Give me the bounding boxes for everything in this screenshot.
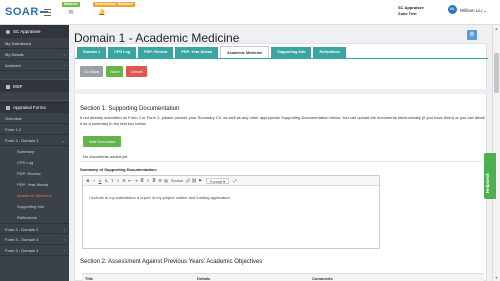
- tab-domain-1[interactable]: Domain 1: [77, 47, 107, 58]
- sidebar-item-form-1-2[interactable]: Form 1-2: [0, 124, 69, 135]
- section-2-title: Section 2: Assessment Against Previous Y…: [80, 259, 263, 265]
- tab-cpd-log[interactable]: CPD Log: [108, 47, 137, 58]
- sidebar-subitem-summary[interactable]: Summary: [0, 146, 69, 157]
- section-divider: [75, 89, 488, 94]
- sidebar-item-label: Archived: [5, 63, 21, 68]
- format-select-value: Format: [210, 179, 223, 184]
- sidebar-item-form3-domain1[interactable]: Form 3 - Domain 1 ⌄: [0, 135, 69, 146]
- sidebar-subitem-academic-medicine[interactable]: Academic Medicine: [0, 190, 69, 201]
- sidebar-section-label: Appraisal Forms: [13, 105, 46, 110]
- env-badge: Mindset: [62, 2, 80, 7]
- menu-toggle-icon[interactable]: [44, 9, 51, 18]
- column-header-details: Details: [197, 276, 211, 281]
- user-icon: [6, 29, 10, 34]
- chevron-down-icon: ⌄: [61, 138, 65, 143]
- sidebar-item-label: My Details: [5, 52, 24, 57]
- objectives-table-header: Title Details Comments: [82, 273, 484, 281]
- editor-toolbar: B I U S̶ Ꞁ ≡ ☰ ⇤ ⇥ ≣ ≡ ≣ ☰ ▤ Source 🔗 ⛓ …: [83, 176, 379, 186]
- summary-label: Summary of Supporting Documentation:: [80, 167, 158, 172]
- user-name: William Liu: [460, 8, 482, 13]
- scroll-down-icon[interactable]: ▼: [494, 275, 499, 280]
- sidebar-item-label: Overview: [5, 116, 22, 121]
- rich-text-editor[interactable]: B I U S̶ Ꞁ ≡ ☰ ⇤ ⇥ ≣ ≡ ≣ ☰ ▤ Source 🔗 ⛓ …: [82, 175, 380, 249]
- chevron-right-icon: ›: [63, 52, 65, 57]
- top-bar: SOAR ✉ 🔔 Mindset Submission: Disabled SC…: [0, 0, 500, 25]
- go-back-button[interactable]: Go Back: [80, 66, 104, 77]
- no-documents-text: No documents added yet: [83, 154, 128, 159]
- tab-underline: [75, 58, 488, 59]
- sidebar-header: SC Appraisee: [0, 25, 69, 38]
- sidebar-item-form3-domain3[interactable]: Form 3 - Domain 3 ›: [0, 234, 69, 245]
- bell-icon[interactable]: 🔔: [98, 10, 105, 16]
- format-select[interactable]: Format ▾: [206, 177, 230, 184]
- add-document-button[interactable]: Add Document: [83, 136, 122, 147]
- msf-icon: [6, 84, 10, 89]
- tab-pdp-review[interactable]: PDP: Review: [138, 47, 174, 58]
- tab-pdp-year-ahead[interactable]: PDP: Year Ahead: [175, 47, 218, 58]
- sidebar-item-label: Form 3 - Domain 3: [5, 237, 39, 242]
- sidebar-item-label: Form 3 - Domain 4: [5, 248, 39, 253]
- sidebar-subitem-cpd-log[interactable]: CPD Log: [0, 157, 69, 168]
- forms-icon: [6, 105, 10, 110]
- role-zone: Zone Test: [398, 11, 417, 16]
- sidebar: SC Appraisee My Dashboard My Details › Ar…: [0, 25, 69, 281]
- sidebar-item-archived[interactable]: Archived ›: [0, 60, 69, 71]
- sidebar-subitem-reflections[interactable]: Reflections: [0, 212, 69, 223]
- sidebar-item-overview[interactable]: Overview: [0, 113, 69, 124]
- settings-button[interactable]: ⚙: [467, 30, 477, 40]
- sidebar-item-form3-domain4[interactable]: Form 3 - Domain 4 ›: [0, 245, 69, 256]
- helpdesk-label: Helpdesk: [485, 172, 490, 193]
- cancel-button[interactable]: Cancel: [126, 66, 147, 77]
- sidebar-item-details[interactable]: My Details ›: [0, 49, 69, 60]
- role-info: SC Appraisee Zone Test: [398, 5, 424, 17]
- mail-icon[interactable]: ✉: [68, 10, 74, 16]
- action-buttons: Go Back Save Cancel: [80, 66, 150, 77]
- user-menu[interactable]: William Liu ⌄: [460, 8, 487, 14]
- sidebar-item-label: Form 3 - Domain 2: [5, 227, 39, 232]
- sidebar-header-label: SC Appraisee: [13, 29, 41, 34]
- soar-logo[interactable]: SOAR: [5, 6, 48, 18]
- helpdesk-tab[interactable]: Helpdesk: [484, 153, 496, 199]
- chevron-down-icon: ⌄: [483, 8, 487, 13]
- chevron-right-icon: ›: [63, 237, 65, 242]
- tab-supporting-info[interactable]: Supporting Info: [271, 47, 312, 58]
- form-card: Domain 1 CPD Log PDP: Review PDP: Year A…: [74, 43, 488, 281]
- sidebar-msf-label: MSF: [13, 84, 23, 89]
- maximize-icon[interactable]: ⤢: [232, 178, 238, 183]
- sidebar-appraisal-forms[interactable]: Appraisal Forms: [0, 100, 69, 113]
- sidebar-subitem-pdp-year-ahead[interactable]: PDP: Year Ahead: [0, 179, 69, 190]
- column-header-title: Title: [85, 276, 94, 281]
- scroll-thumb[interactable]: [494, 53, 499, 93]
- chevron-right-icon: ›: [63, 248, 65, 253]
- sidebar-subitem-supporting-info[interactable]: Supporting Info: [0, 201, 69, 212]
- section-1-title: Section 1: Supporting Documentation: [80, 106, 180, 112]
- sidebar-item-label: Form 3 - Domain 1: [5, 138, 39, 143]
- divider-line: [80, 161, 482, 162]
- source-button[interactable]: Source: [169, 179, 185, 183]
- sidebar-item-dashboard[interactable]: My Dashboard: [0, 38, 69, 49]
- submission-status-badge: Submission: Disabled: [93, 2, 135, 7]
- gear-icon: ⚙: [469, 32, 475, 38]
- editor-content[interactable]: I include in my submission a report of m…: [83, 186, 379, 209]
- sidebar-item-form3-domain2[interactable]: Form 3 - Domain 2 ›: [0, 223, 69, 234]
- chevron-right-icon: ›: [63, 63, 65, 68]
- avatar[interactable]: WL: [448, 5, 457, 14]
- sidebar-item-label: My Dashboard: [5, 41, 32, 46]
- sidebar-msf[interactable]: MSF: [0, 79, 69, 92]
- main-content: Domain 1 - Academic Medicine ⚙ Domain 1 …: [69, 25, 500, 281]
- scroll-up-icon[interactable]: ▲: [494, 26, 499, 31]
- anchor-icon[interactable]: ⚑: [197, 178, 203, 183]
- sidebar-item-label: Form 1-2: [5, 127, 22, 132]
- logo-text: SOAR: [5, 6, 39, 18]
- column-header-comments: Comments: [312, 276, 333, 281]
- sidebar-subitem-pdp-review[interactable]: PDP: Review: [0, 168, 69, 179]
- section-1-description: If not already submitted on Form 2 or Fo…: [80, 115, 485, 126]
- save-button[interactable]: Save: [106, 66, 124, 77]
- tab-reflections[interactable]: Reflections: [313, 47, 346, 58]
